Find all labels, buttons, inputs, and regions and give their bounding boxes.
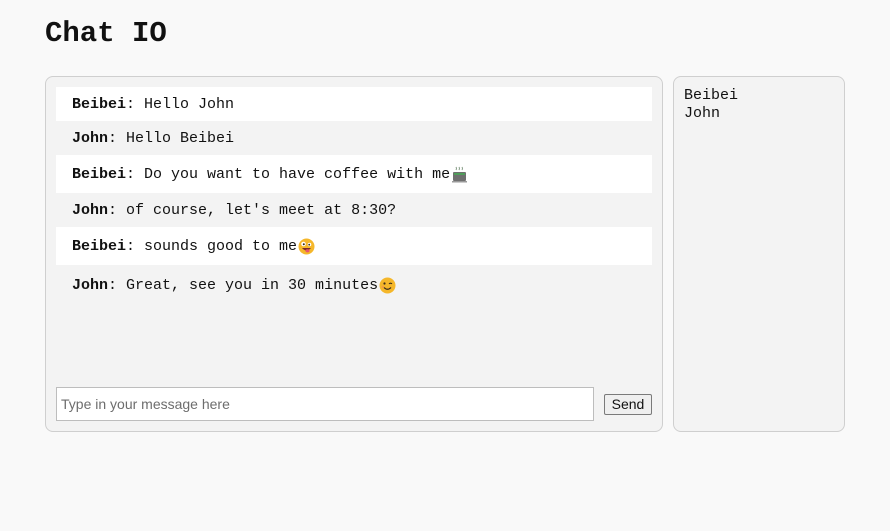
user-list-item: John — [684, 105, 721, 122]
zany-face-emoji-icon — [298, 238, 315, 255]
message-sender: John — [72, 276, 109, 294]
winking-face-emoji-icon — [379, 277, 396, 294]
user-list: Beibei John — [684, 87, 738, 123]
coffee-emoji-icon — [451, 166, 468, 183]
chat-panel: Beibei: Hello John John: Hello Beibei Be… — [45, 76, 663, 432]
message-list: Beibei: Hello John John: Hello Beibei Be… — [56, 87, 652, 305]
user-list-item: Beibei — [684, 87, 739, 104]
message-sender: John — [72, 201, 109, 219]
message-text: Hello Beibei — [126, 129, 235, 147]
page-title: Chat IO — [45, 17, 167, 50]
message-input[interactable] — [56, 387, 594, 421]
message-text: Hello John — [144, 95, 235, 113]
users-panel: Beibei John — [673, 76, 845, 432]
message-composer: Send — [56, 387, 652, 421]
message-text: Great, see you in 30 minutes — [126, 276, 379, 294]
message-item: John: of course, let's meet at 8:30? — [72, 201, 397, 219]
send-button[interactable]: Send — [604, 394, 652, 415]
message-text: sounds good to me — [144, 237, 298, 255]
message-sender: Beibei — [72, 95, 127, 113]
message-item: Beibei: Do you want to have coffee with … — [56, 155, 652, 193]
message-item: Beibei: Hello John — [56, 87, 652, 121]
message-sender: Beibei — [72, 237, 127, 255]
message-item: John: Hello Beibei — [72, 129, 235, 147]
message-text: Do you want to have coffee with me — [144, 165, 451, 183]
message-item: Beibei: sounds good to me — [56, 227, 652, 265]
message-sender: John — [72, 129, 109, 147]
message-text: of course, let's meet at 8:30? — [126, 201, 397, 219]
message-item: John: Great, see you in 30 minutes — [56, 265, 652, 305]
message-sender: Beibei — [72, 165, 127, 183]
